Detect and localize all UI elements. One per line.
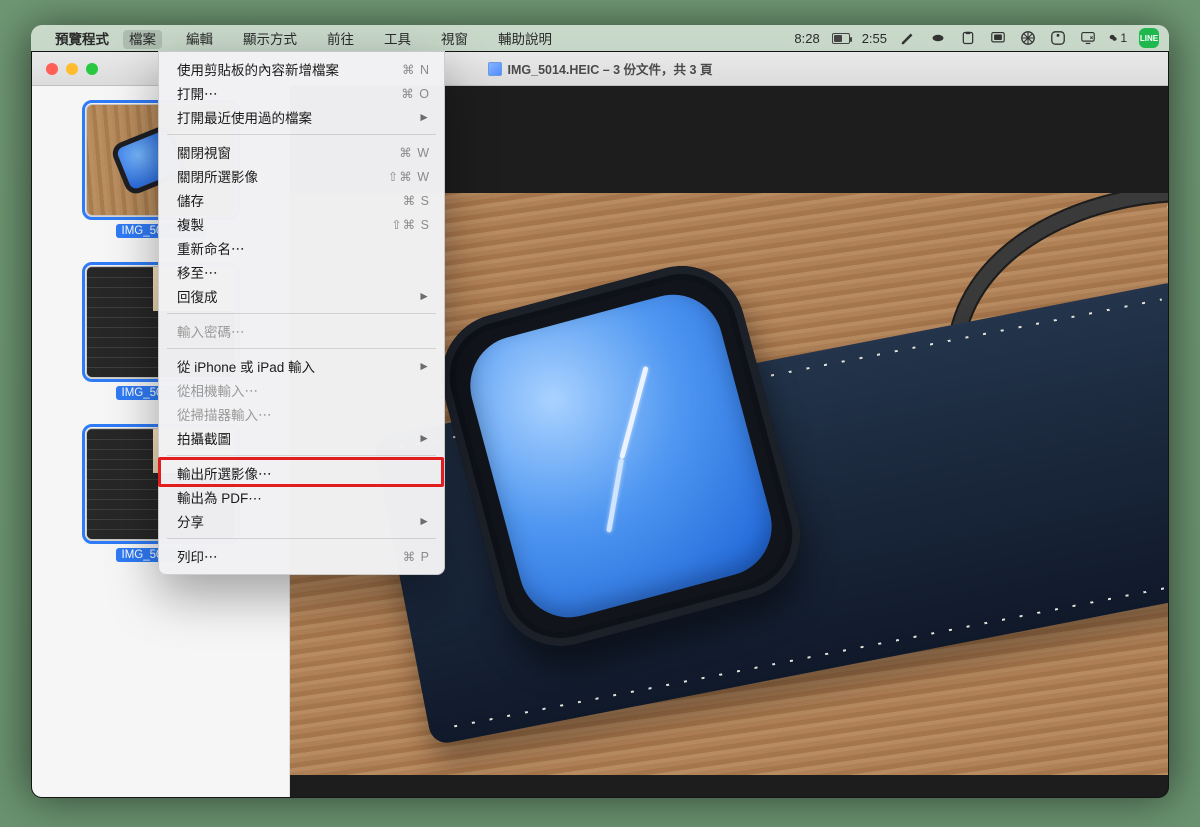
menu-item[interactable]: 輸出所選影像⋯: [159, 461, 444, 485]
minimize-button[interactable]: [66, 63, 78, 75]
menu-item[interactable]: 回復成►: [159, 284, 444, 308]
menu-shortcut: ⌘ P: [403, 549, 430, 564]
menubar: 預覽程式 檔案編輯顯示方式前往工具視窗輔助說明 8:28 2:55: [31, 25, 1169, 51]
pencil-icon[interactable]: [899, 29, 917, 47]
menu-item[interactable]: 移至⋯: [159, 260, 444, 284]
menu-shortcut: ⌘ N: [402, 62, 430, 77]
close-button[interactable]: [46, 63, 58, 75]
menu-item[interactable]: 關閉所選影像⇧⌘ W: [159, 164, 444, 188]
menu-item-label: 重新命名⋯: [177, 238, 430, 258]
menu-視窗[interactable]: 視窗: [435, 30, 474, 49]
submenu-chevron-icon: ►: [418, 289, 430, 303]
menu-編輯[interactable]: 編輯: [180, 30, 219, 49]
menu-item-label: 打開最近使用過的檔案: [177, 107, 418, 127]
clock-2: 2:55: [862, 31, 887, 46]
menu-item-label: 使用剪貼板的內容新增檔案: [177, 59, 402, 79]
stage-manager-icon[interactable]: [989, 29, 1007, 47]
line-icon[interactable]: LINE: [1139, 28, 1159, 48]
menu-item-label: 輸出所選影像⋯: [177, 463, 430, 483]
app-name[interactable]: 預覽程式: [55, 28, 109, 48]
menu-顯示方式[interactable]: 顯示方式: [237, 30, 303, 49]
menu-item[interactable]: 從 iPhone 或 iPad 輸入►: [159, 354, 444, 378]
submenu-chevron-icon: ►: [418, 431, 430, 445]
menu-item: 從相機輸入⋯: [159, 378, 444, 402]
menu-item-label: 回復成: [177, 286, 418, 306]
menu-item-label: 輸出為 PDF⋯: [177, 487, 430, 507]
battery-icon[interactable]: [832, 29, 850, 47]
menu-item-label: 輸入密碼⋯: [177, 321, 430, 341]
menu-工具[interactable]: 工具: [378, 30, 417, 49]
submenu-chevron-icon: ►: [418, 514, 430, 528]
menu-item[interactable]: 打開⋯⌘ O: [159, 81, 444, 105]
menu-輔助說明[interactable]: 輔助說明: [492, 30, 558, 49]
menu-item-label: 關閉所選影像: [177, 166, 388, 186]
heic-doc-icon: [488, 62, 502, 76]
menu-item: 從掃描器輸入⋯: [159, 402, 444, 426]
clipboard-icon[interactable]: [959, 29, 977, 47]
menu-檔案[interactable]: 檔案: [123, 30, 162, 49]
cloud-icon[interactable]: [929, 29, 947, 47]
menu-item-label: 打開⋯: [177, 83, 401, 103]
menu-item-label: 從 iPhone 或 iPad 輸入: [177, 356, 418, 376]
menu-shortcut: ⇧⌘ W: [388, 169, 430, 184]
clock-1: 8:28: [794, 31, 819, 46]
zoom-button[interactable]: [86, 63, 98, 75]
fan-icon[interactable]: [1019, 29, 1037, 47]
menu-item-label: 從相機輸入⋯: [177, 380, 430, 400]
menu-item-label: 列印⋯: [177, 546, 403, 566]
menu-extras: 8:28 2:55: [794, 28, 1159, 48]
menu-item[interactable]: 分享►: [159, 509, 444, 533]
menu-item[interactable]: 打開最近使用過的檔案►: [159, 105, 444, 129]
menu-item-label: 儲存: [177, 190, 403, 210]
menu-item[interactable]: 關閉視窗⌘ W: [159, 140, 444, 164]
menu-item[interactable]: 重新命名⋯: [159, 236, 444, 260]
submenu-chevron-icon: ►: [418, 359, 430, 373]
menu-item-label: 拍攝截圖: [177, 428, 418, 448]
file-menu-dropdown[interactable]: 使用剪貼板的內容新增檔案⌘ N打開⋯⌘ O打開最近使用過的檔案►關閉視窗⌘ W關…: [158, 51, 445, 575]
menu-item[interactable]: 列印⋯⌘ P: [159, 544, 444, 568]
menu-item[interactable]: 儲存⌘ S: [159, 188, 444, 212]
menu-shortcut: ⌘ W: [399, 145, 430, 160]
menu-item[interactable]: 輸出為 PDF⋯: [159, 485, 444, 509]
menu-item[interactable]: 使用剪貼板的內容新增檔案⌘ N: [159, 57, 444, 81]
menu-item-label: 複製: [177, 214, 391, 234]
screen-mirror-icon[interactable]: [1079, 29, 1097, 47]
window-title: IMG_5014.HEIC – 3 份文件，共 3 頁: [508, 59, 713, 78]
menu-item[interactable]: 拍攝截圖►: [159, 426, 444, 450]
menu-item[interactable]: 複製⇧⌘ S: [159, 212, 444, 236]
menu-item-label: 分享: [177, 511, 418, 531]
one-switch-icon[interactable]: [1049, 29, 1067, 47]
menu-shortcut: ⌘ O: [401, 86, 430, 101]
menu-前往[interactable]: 前往: [321, 30, 360, 49]
menu-item-label: 從掃描器輸入⋯: [177, 404, 430, 424]
wechat-icon[interactable]: 1: [1109, 29, 1127, 47]
submenu-chevron-icon: ►: [418, 110, 430, 124]
window-controls[interactable]: [46, 63, 98, 75]
menu-item-label: 移至⋯: [177, 262, 430, 282]
menu-shortcut: ⌘ S: [403, 193, 430, 208]
menu-item: 輸入密碼⋯: [159, 319, 444, 343]
menu-shortcut: ⇧⌘ S: [391, 217, 430, 232]
menu-item-label: 關閉視窗: [177, 142, 399, 162]
